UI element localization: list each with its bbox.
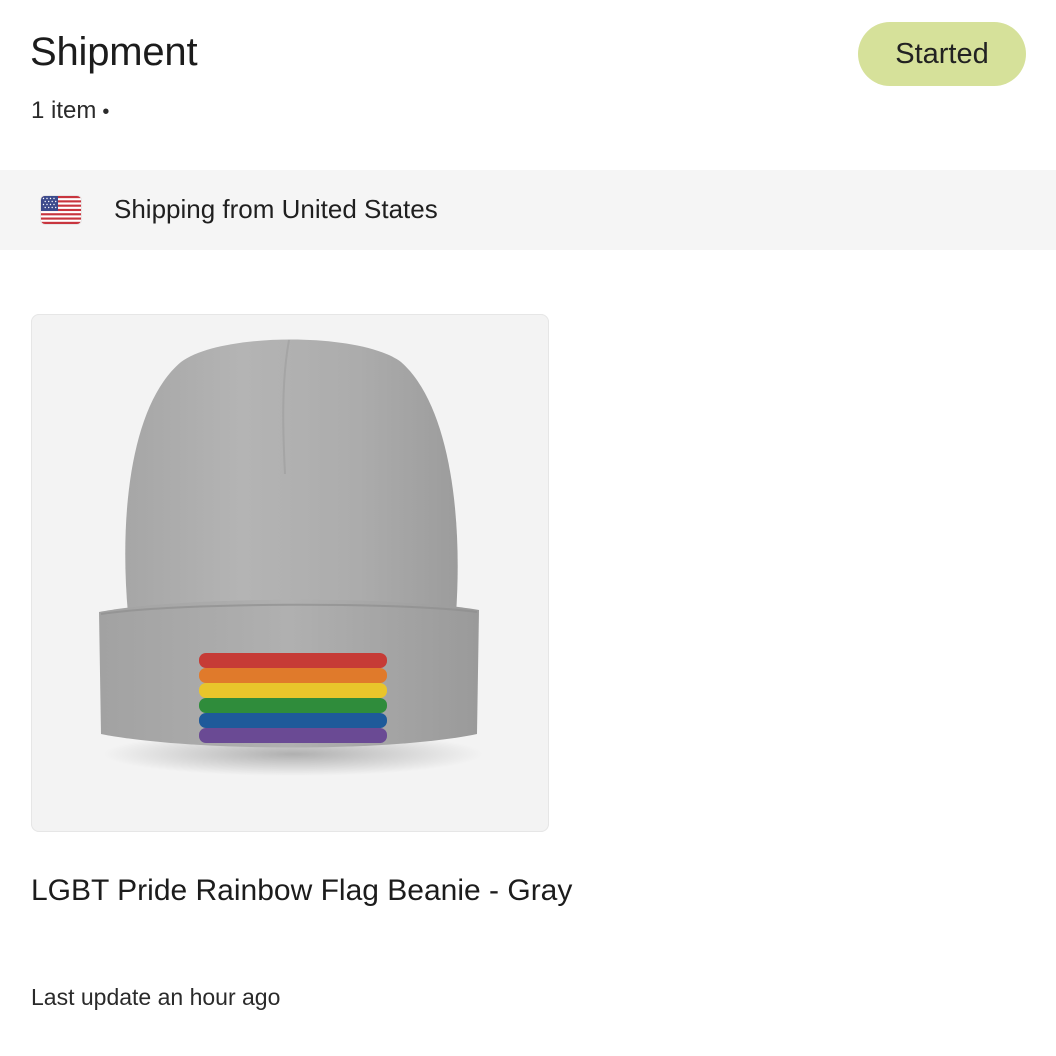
shipping-origin-bar: Shipping from United States — [0, 170, 1056, 250]
meta-separator: • — [102, 101, 110, 123]
last-update-text: Last update an hour ago — [31, 984, 281, 1010]
beanie-image — [99, 339, 483, 776]
status-badge: Started — [858, 22, 1026, 86]
shipping-origin-text: Shipping from United States — [114, 194, 438, 224]
page-title: Shipment — [30, 30, 198, 74]
us-flag-icon — [41, 196, 81, 224]
product-image[interactable] — [31, 314, 549, 832]
shipment-meta: 1 item • — [31, 97, 109, 125]
shipment-header: Shipment 1 item • Started — [0, 0, 1056, 170]
item-count: 1 item — [31, 97, 97, 124]
product-name[interactable]: LGBT Pride Rainbow Flag Beanie - Gray — [31, 862, 591, 919]
